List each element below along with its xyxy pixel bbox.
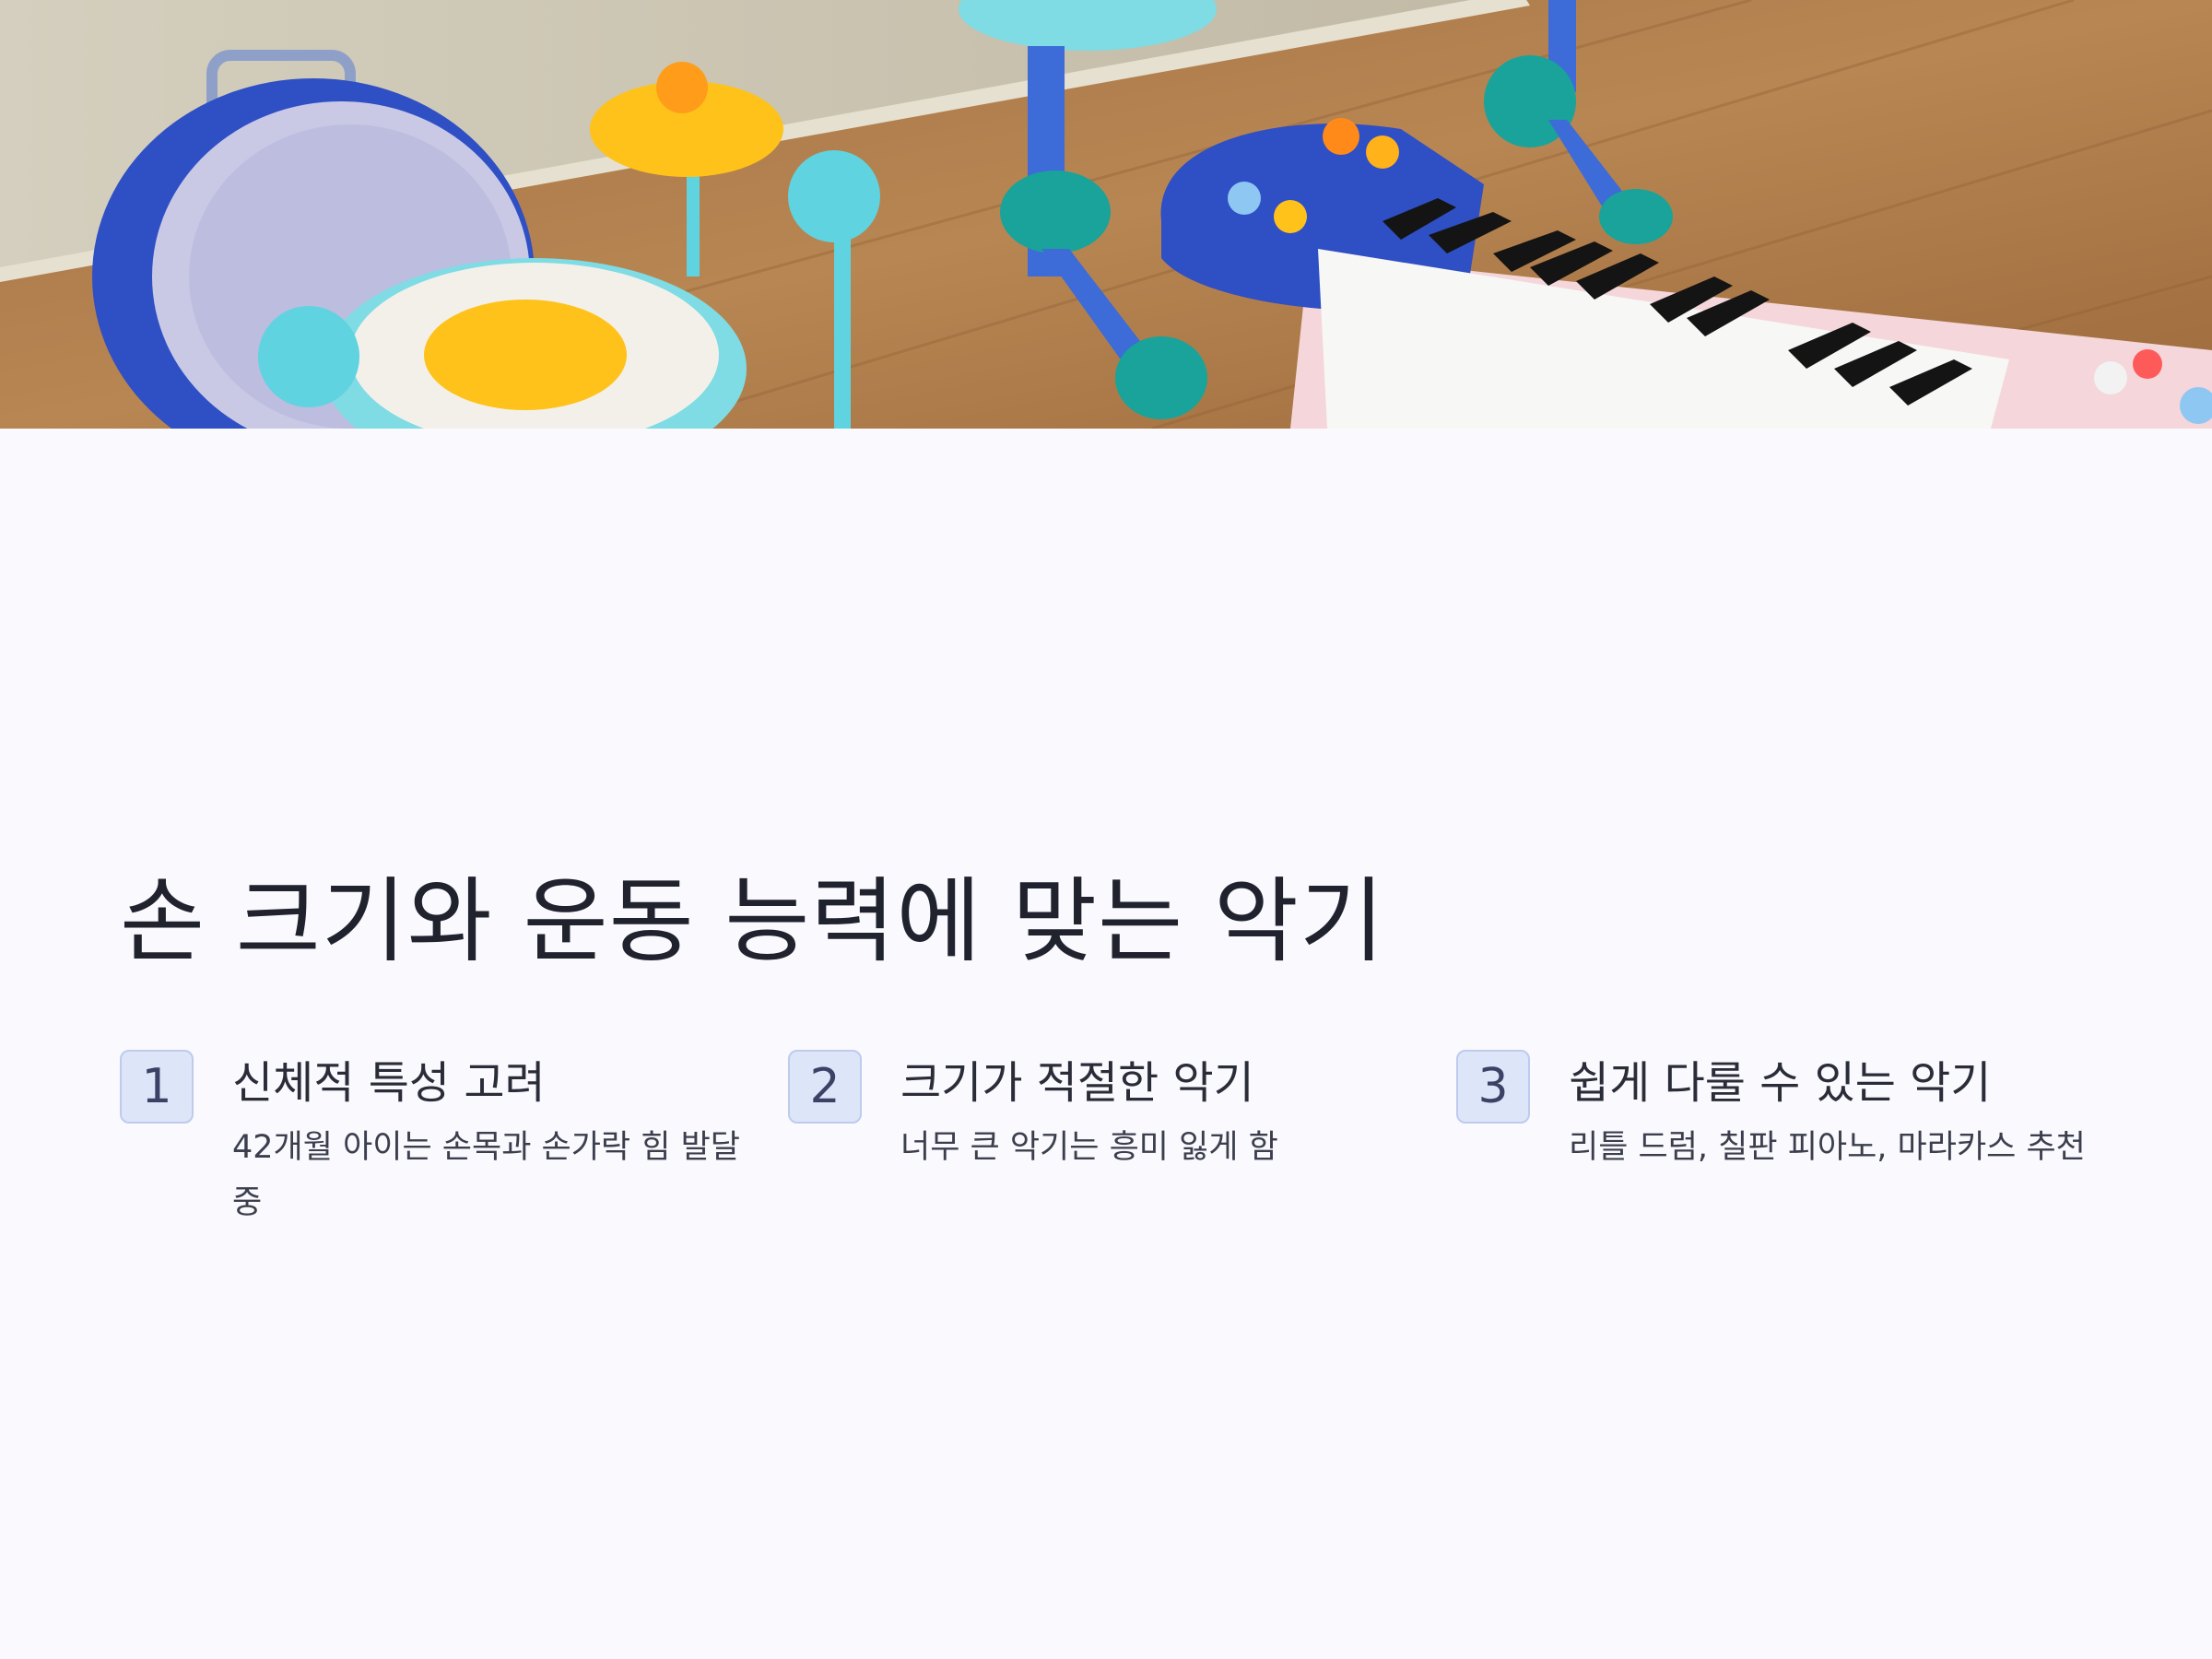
steps-list: 1 신체적 특성 고려 42개월 아이는 손목과 손가락 힘 발달 중 2 크기… <box>120 1046 2092 1286</box>
step-description: 42개월 아이는 손목과 손가락 힘 발달 중 <box>232 1129 740 1221</box>
step-title: 쉽게 다룰 수 있는 악기 <box>1569 1057 1992 1109</box>
step-number-badge: 1 <box>120 1050 194 1124</box>
step-title: 크기가 적절한 악기 <box>900 1057 1254 1109</box>
step-description: 너무 큰 악기는 흥미 잃게 함 <box>900 1129 1278 1166</box>
page-title: 손 크기와 운동 능력에 맞는 악기 <box>120 867 1385 975</box>
toy-instruments-photo <box>0 0 2212 429</box>
step-number-badge: 2 <box>788 1050 862 1124</box>
step-number-badge: 3 <box>1456 1050 1530 1124</box>
step-title: 신체적 특성 고려 <box>232 1057 546 1109</box>
hero-image <box>0 0 2212 429</box>
step-description: 리틀 드럼, 칠판 피아노, 마라카스 추천 <box>1569 1129 2086 1166</box>
